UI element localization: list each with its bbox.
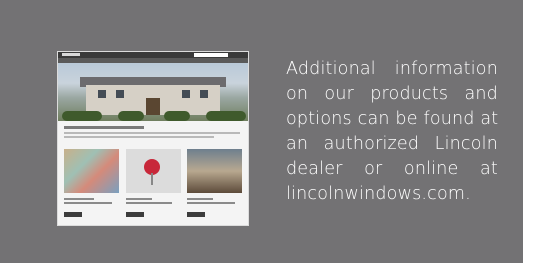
card-caption-line bbox=[126, 198, 152, 200]
shrub bbox=[164, 111, 190, 121]
site-heading-line bbox=[64, 126, 144, 129]
card-rooms-collage-image bbox=[187, 149, 242, 193]
map-pin-needle bbox=[151, 173, 153, 185]
info-line: dealer or online at bbox=[286, 159, 498, 179]
shrub bbox=[206, 111, 246, 121]
house-window bbox=[98, 90, 106, 98]
card-button bbox=[64, 212, 82, 217]
info-line: on our products and bbox=[286, 84, 498, 104]
site-search-box bbox=[194, 53, 228, 57]
card-caption-line bbox=[126, 202, 172, 204]
info-line: Additional information bbox=[286, 59, 498, 79]
card-button bbox=[187, 212, 205, 217]
site-logo bbox=[62, 53, 80, 56]
website-screenshot-image bbox=[57, 51, 249, 226]
hero-house-photo bbox=[58, 63, 248, 121]
card-caption-line bbox=[64, 198, 94, 200]
house-door bbox=[146, 98, 160, 115]
info-text: Additional information on our products a… bbox=[286, 57, 498, 207]
info-line-website: lincolnwindows.com. bbox=[286, 184, 471, 204]
card-caption-line bbox=[187, 198, 213, 200]
site-text-line bbox=[64, 132, 240, 134]
card-map-pin-image bbox=[126, 149, 181, 193]
shrub bbox=[62, 111, 102, 121]
house-window bbox=[200, 90, 208, 98]
info-line: an authorized Lincoln bbox=[286, 134, 498, 154]
card-caption-line bbox=[187, 202, 235, 204]
site-text-line bbox=[64, 136, 214, 138]
house-window bbox=[116, 90, 124, 98]
card-color-swatches-image bbox=[64, 149, 119, 193]
card-caption-line bbox=[64, 202, 112, 204]
info-panel: Additional information on our products a… bbox=[0, 0, 523, 263]
house-window bbox=[182, 90, 190, 98]
shrub bbox=[118, 111, 144, 121]
card-button bbox=[126, 212, 144, 217]
info-line: options can be found at bbox=[286, 109, 499, 129]
